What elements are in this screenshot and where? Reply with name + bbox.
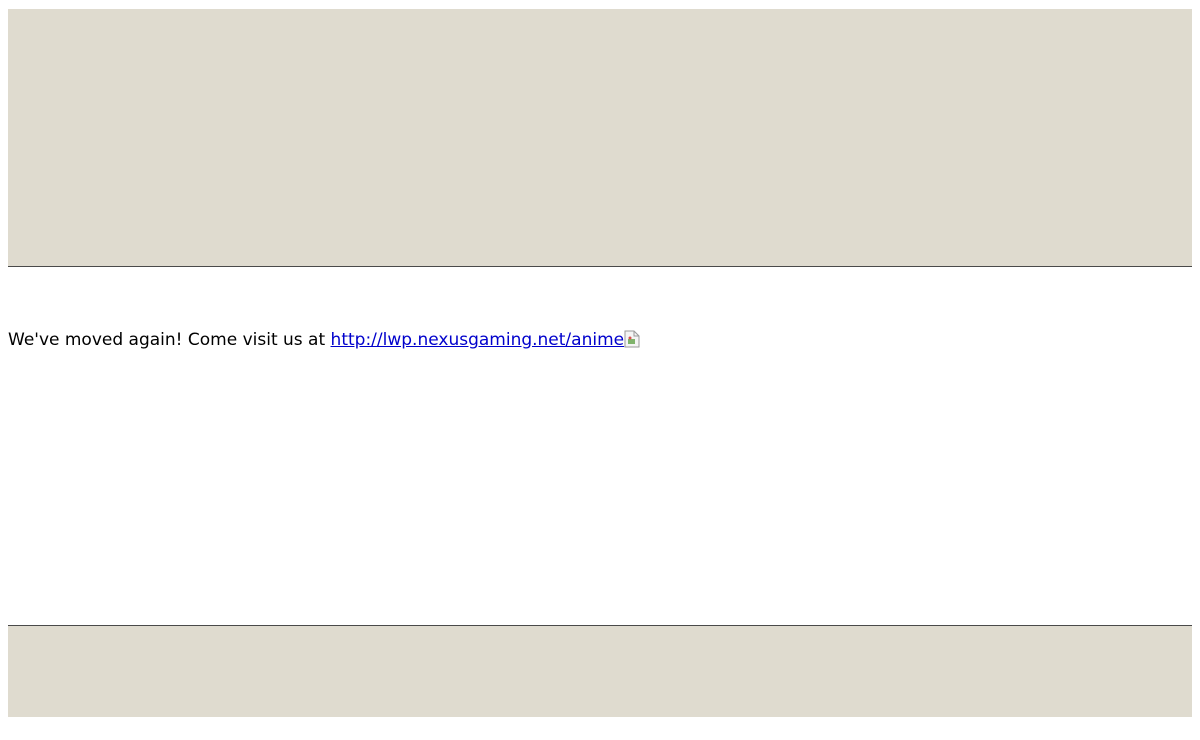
new-site-link[interactable]: http://lwp.nexusgaming.net/anime [331, 330, 625, 350]
page: We've moved again! Come visit us at http… [0, 0, 1200, 740]
footer-band [8, 625, 1192, 717]
moved-message-text: We've moved again! Come visit us at [8, 330, 331, 350]
broken-image-icon [624, 330, 640, 348]
moved-notice: We've moved again! Come visit us at http… [8, 329, 640, 351]
header-band [8, 9, 1192, 267]
